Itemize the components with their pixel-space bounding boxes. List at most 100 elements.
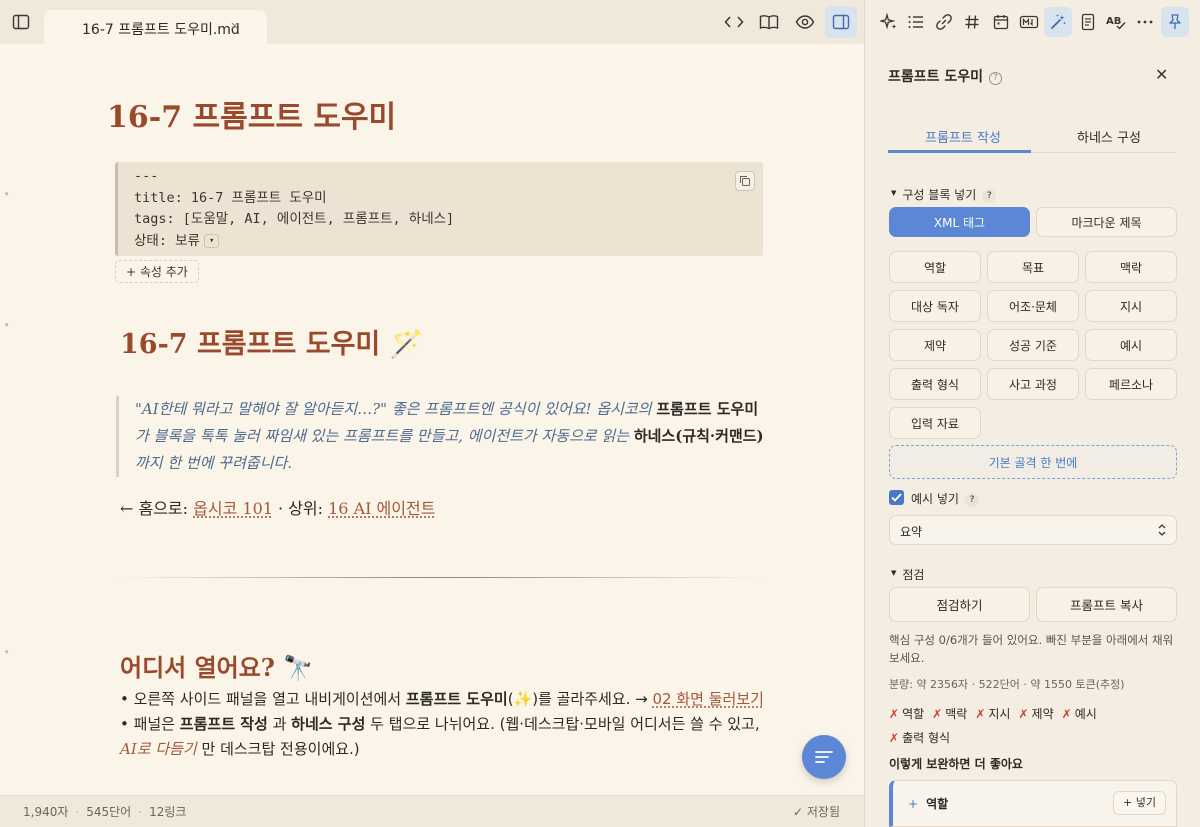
breadcrumb-label: ← 홈으로: xyxy=(120,499,193,518)
chip-constraint[interactable]: 제약 xyxy=(889,329,981,361)
list-text: • 오른쪽 사이드 패널을 열고 내비게이션에서 xyxy=(120,690,406,708)
markdown-heading-button[interactable]: 마크다운 제목 xyxy=(1036,207,1177,237)
missing-item: ✗ 제약 xyxy=(1018,702,1053,726)
source-code-icon[interactable] xyxy=(723,11,745,33)
x-mark-icon: ✗ xyxy=(1062,707,1072,721)
section-check-header[interactable]: ▼ 점검 xyxy=(891,566,924,583)
chip-tone[interactable]: 어조·문체 xyxy=(987,290,1079,322)
status-dropdown-icon[interactable]: ▾ xyxy=(204,234,219,248)
frontmatter-line: --- xyxy=(134,166,763,188)
list-item[interactable]: • 오른쪽 사이드 패널을 열고 내비게이션에서 프롬프트 도우미(✨)를 골라… xyxy=(120,687,770,712)
missing-label: 제약 xyxy=(1032,707,1054,721)
preview-eye-icon[interactable] xyxy=(794,11,816,33)
frontmatter-block[interactable]: --- title: 16-7 프롬프트 도우미 tags: [도움말, AI,… xyxy=(115,162,763,256)
example-type-select[interactable]: 요약 xyxy=(889,515,1177,545)
link-icon[interactable] xyxy=(933,11,955,33)
help-icon[interactable]: ? xyxy=(989,72,1002,85)
chip-output-format[interactable]: 출력 형식 xyxy=(889,368,981,400)
check-button[interactable]: 점검하기 xyxy=(889,587,1030,622)
panel-title-text: 프롬프트 도우미 xyxy=(888,69,983,85)
breadcrumb: ← 홈으로: 옵시코 101 · 상위: 16 AI 에이전트 xyxy=(120,495,435,519)
copy-icon[interactable] xyxy=(735,171,755,191)
frontmatter-line: tags: [도움말, AI, 에이전트, 프롬프트, 하네스] xyxy=(134,209,763,231)
chip-audience[interactable]: 대상 독자 xyxy=(889,290,981,322)
missing-item: ✗ 출력 형식 xyxy=(889,726,950,750)
tab-prompt-writing[interactable]: 프롬프트 작성 xyxy=(925,127,1001,146)
parent-link[interactable]: 16 AI 에이전트 xyxy=(328,499,435,518)
tab-title: 16-7 프롬프트 도우미.md xyxy=(82,19,240,39)
x-mark-icon: ✗ xyxy=(975,707,985,721)
prompt-helper-panel: AB 프롬프트 도우미? ✕ 프롬프트 작성 하네스 구성 ▼ 구성 블록 넣기?… xyxy=(864,0,1200,827)
right-panel-toggle-icon[interactable] xyxy=(825,6,857,38)
help-icon[interactable]: ? xyxy=(982,189,996,203)
close-icon[interactable]: ✕ xyxy=(1155,65,1168,84)
screen-tour-link[interactable]: 02 화면 둘러보기 xyxy=(653,690,764,708)
chip-input[interactable]: 입력 자료 xyxy=(889,407,981,439)
insert-button[interactable]: + 넣기 xyxy=(1113,791,1166,815)
spellcheck-icon[interactable]: AB xyxy=(1105,11,1127,33)
prompt-helper-wand-icon[interactable] xyxy=(1044,7,1072,37)
suggestion-label: + 역할 xyxy=(908,795,948,812)
fold-marker[interactable]: ▾ xyxy=(5,648,9,656)
pin-icon[interactable] xyxy=(1161,7,1189,37)
tab-document[interactable]: 16-7 프롬프트 도우미.md × xyxy=(44,10,267,44)
list-text: 만 데스크탑 전용이에요.) xyxy=(197,740,360,758)
x-mark-icon: ✗ xyxy=(889,731,899,745)
missing-item: ✗ 지시 xyxy=(975,702,1010,726)
list-icon[interactable] xyxy=(905,11,927,33)
tag-hash-icon[interactable] xyxy=(961,11,983,33)
markdown-icon[interactable] xyxy=(1018,11,1040,33)
document-title[interactable]: 16-7 프롬프트 도우미 xyxy=(107,92,396,136)
fold-marker[interactable]: ▾ xyxy=(5,321,9,329)
list-item[interactable]: • 패널은 프롬프트 작성 과 하네스 구성 두 탭으로 나뉘어요. (웹·데스… xyxy=(120,712,770,762)
list-text: 두 탭으로 나뉘어요. (웹·데스크탑·모바일 어디서든 쓸 수 있고, xyxy=(365,715,759,733)
editor-toolbar: 16-7 프롬프트 도우미.md × xyxy=(0,0,864,44)
reading-view-icon[interactable] xyxy=(758,11,780,33)
example-checkbox[interactable] xyxy=(889,490,904,505)
suggestion-item-text: 역할 xyxy=(926,797,948,811)
chip-example[interactable]: 예시 xyxy=(1085,329,1177,361)
caret-down-icon: ▼ xyxy=(891,189,896,197)
chip-success-criteria[interactable]: 성공 기준 xyxy=(987,329,1079,361)
list-bold: 하네스 구성 xyxy=(291,715,365,733)
missing-elements-list: ✗ 역할 ✗ 맥락 ✗ 지시 ✗ 제약 ✗ 예시✗ 출력 형식 xyxy=(889,702,1149,750)
chip-instruction[interactable]: 지시 xyxy=(1085,290,1177,322)
tab-harness-config[interactable]: 하네스 구성 xyxy=(1077,127,1141,146)
list-text: 과 xyxy=(268,715,291,733)
chip-persona[interactable]: 페르소나 xyxy=(1085,368,1177,400)
section-blocks-header[interactable]: ▼ 구성 블록 넣기? xyxy=(891,186,996,203)
blockquote[interactable]: "AI한테 뭐라고 말해야 잘 알아듣지…?" 좋은 프롬프트엔 공식이 있어요… xyxy=(116,396,764,477)
missing-label: 맥락 xyxy=(945,707,967,721)
chip-thinking[interactable]: 사고 과정 xyxy=(987,368,1079,400)
add-property-button[interactable]: + 속성 추가 xyxy=(115,260,199,283)
xml-tag-button[interactable]: XML 태그 xyxy=(889,207,1030,237)
magic-wand-icon: 🪄 xyxy=(390,329,424,360)
copy-prompt-button[interactable]: 프롬프트 복사 xyxy=(1036,587,1177,622)
document-icon[interactable] xyxy=(1077,11,1099,33)
chip-goal[interactable]: 목표 xyxy=(987,251,1079,283)
more-icon[interactable] xyxy=(1134,11,1156,33)
list-text: • 패널은 xyxy=(120,715,180,733)
help-icon[interactable]: ? xyxy=(965,493,979,507)
outline-menu-button[interactable] xyxy=(802,735,846,779)
chip-context[interactable]: 맥락 xyxy=(1085,251,1177,283)
heading-2[interactable]: 어디서 열어요? 🔭 xyxy=(120,648,313,683)
missing-label: 지시 xyxy=(988,707,1010,721)
tab-close-icon[interactable]: × xyxy=(230,19,239,32)
chip-role[interactable]: 역할 xyxy=(889,251,981,283)
char-count: 1,940자 xyxy=(23,805,68,819)
check-result-message: 핵심 구성 0/6개가 들어 있어요. 빠진 부분을 아래에서 채워보세요. xyxy=(889,631,1181,667)
fold-marker[interactable]: ▾ xyxy=(5,190,9,198)
home-link[interactable]: 옵시코 101 xyxy=(193,499,273,518)
active-tab-indicator xyxy=(888,150,1031,153)
calendar-icon[interactable] xyxy=(990,11,1012,33)
skeleton-button[interactable]: 기본 골격 한 번에 xyxy=(889,445,1177,479)
sidebar-toggle-icon[interactable] xyxy=(11,12,31,32)
link-count: 12링크 xyxy=(149,805,186,819)
missing-item: ✗ 역할 xyxy=(889,702,924,726)
heading-1[interactable]: 16-7 프롬프트 도우미 🪄 xyxy=(120,322,423,361)
bullet-list[interactable]: • 오른쪽 사이드 패널을 열고 내비게이션에서 프롬프트 도우미(✨)를 골라… xyxy=(120,687,770,762)
heading-2-text: 어디서 열어요? xyxy=(120,653,275,682)
editor-content[interactable]: ▾ ▾ ▾ 16-7 프롬프트 도우미 --- title: 16-7 프롬프트… xyxy=(0,44,864,795)
sparkles-icon[interactable] xyxy=(878,11,900,33)
